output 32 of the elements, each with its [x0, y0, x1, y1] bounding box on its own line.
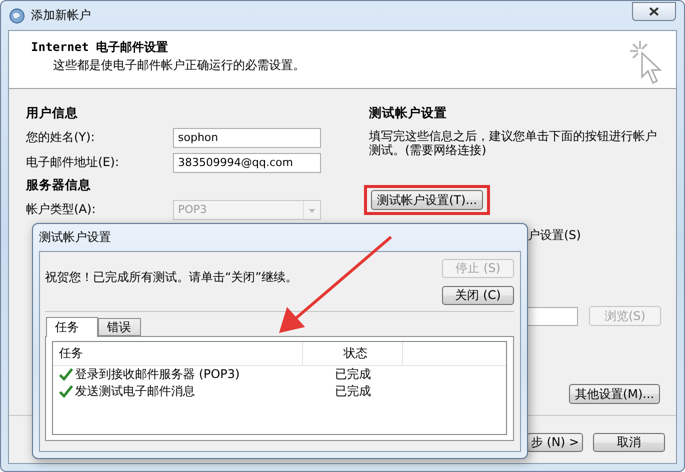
field-label: 电子邮件地址(E):: [26, 154, 120, 171]
section-subtitle: 这些都是使电子邮件帐户正确运行的必需设置。: [52, 57, 305, 74]
description-text: 填写完这些信息之后，建议您单击下面的按钮进行帐户测试。(需要网络连接): [369, 129, 658, 157]
test-settings-button[interactable]: 测试帐户设置(T)...: [371, 190, 483, 210]
option-label: 户设置(S): [528, 227, 582, 244]
column-header[interactable]: 状态: [303, 342, 403, 365]
window-title: 添加新帐户: [31, 7, 91, 24]
section-heading: 服务器信息: [26, 177, 92, 194]
close-icon: [649, 7, 659, 16]
text-field[interactable]: sophon: [173, 128, 321, 148]
globe-icon: [9, 8, 25, 24]
tab[interactable]: 错误: [98, 318, 141, 336]
more-settings-button[interactable]: 其他设置(M)...: [569, 384, 660, 404]
text-field[interactable]: 383509994@qq.com: [173, 152, 321, 172]
next-button[interactable]: 步 (N) >: [527, 433, 583, 452]
cancel-button[interactable]: 取消: [593, 433, 665, 452]
field-label: 您的姓名(Y):: [26, 129, 96, 146]
tab[interactable]: 任务: [46, 317, 98, 337]
task-name: 登录到接收邮件服务器 (POP3): [75, 366, 240, 383]
dialog-title: 测试帐户设置: [39, 229, 112, 246]
path-field[interactable]: [528, 306, 578, 326]
column-header[interactable]: 任务: [53, 342, 303, 365]
section-title: Internet 电子邮件设置: [31, 39, 170, 56]
task-status: 已完成: [334, 366, 372, 383]
task-name: 发送测试电子邮件消息: [75, 383, 195, 400]
close-dialog-button[interactable]: 关闭 (C): [442, 286, 514, 305]
task-status: 已完成: [334, 383, 372, 400]
section-heading: 用户信息: [26, 105, 79, 122]
status-message: 祝贺您！已完成所有测试。请单击“关闭”继续。: [45, 269, 298, 286]
close-button[interactable]: [632, 2, 676, 21]
section-heading: 测试帐户设置: [369, 105, 448, 122]
field-label: 帐户类型(A):: [26, 201, 97, 218]
